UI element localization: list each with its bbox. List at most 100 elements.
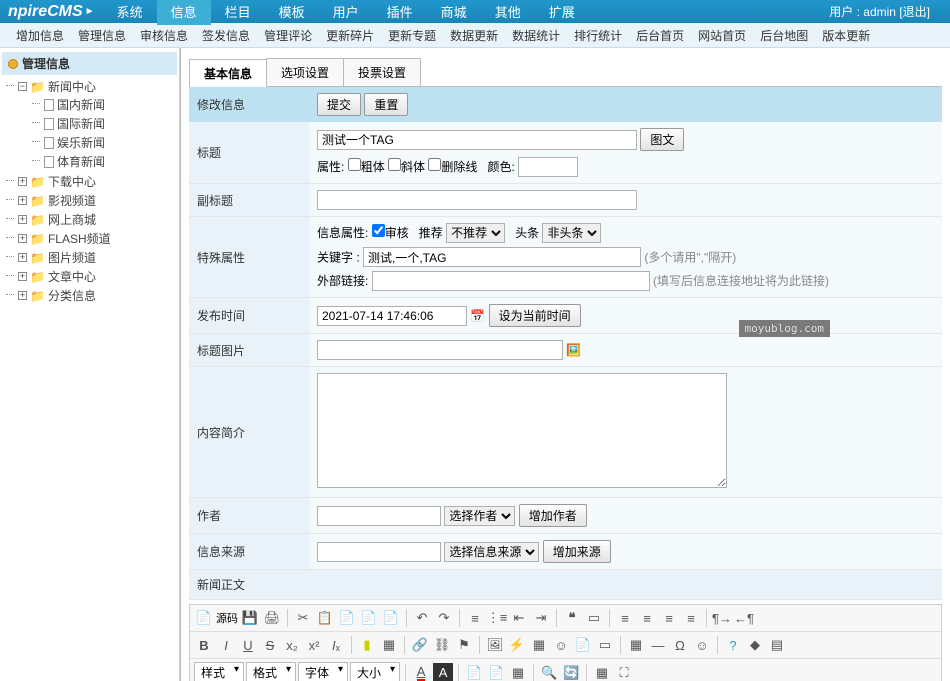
anchor-icon[interactable]: ⚑ — [454, 635, 474, 655]
align-left-icon[interactable]: ≡ — [615, 608, 635, 628]
tree-intl[interactable]: 国际新闻 — [44, 115, 177, 132]
sub-add[interactable]: 增加信息 — [16, 27, 64, 44]
extlink-input[interactable] — [372, 271, 650, 291]
nav-other[interactable]: 其他 — [481, 0, 535, 25]
nav-plugin[interactable]: 插件 — [373, 0, 427, 25]
indent-icon[interactable]: ⇥ — [531, 608, 551, 628]
ul-icon[interactable]: ⋮≡ — [487, 608, 507, 628]
help-icon[interactable]: ? — [723, 635, 743, 655]
sub-audit[interactable]: 审核信息 — [140, 27, 188, 44]
sub-adminhome[interactable]: 后台首页 — [636, 27, 684, 44]
style-select[interactable]: 样式 — [194, 662, 244, 681]
title-input[interactable] — [317, 130, 637, 150]
specialchar-icon[interactable]: Ω — [670, 635, 690, 655]
tab-vote[interactable]: 投票设置 — [343, 58, 421, 86]
newpage-icon[interactable]: 📄 — [464, 663, 484, 681]
textcolor-icon[interactable]: A — [411, 663, 431, 681]
paste-text-icon[interactable]: 📄 — [359, 608, 379, 628]
bgcolor-icon[interactable]: A — [433, 663, 453, 681]
sub-dataup[interactable]: 数据更新 — [450, 27, 498, 44]
image-icon[interactable]: 🖼 — [485, 635, 505, 655]
source-select[interactable]: 选择信息来源 — [444, 542, 539, 562]
replace-icon[interactable]: 🔄 — [561, 663, 581, 681]
bold-checkbox[interactable] — [348, 158, 361, 171]
save-icon[interactable]: 💾 — [240, 608, 260, 628]
nav-shop[interactable]: 商城 — [427, 0, 481, 25]
removeformat-icon[interactable]: Iₓ — [326, 635, 346, 655]
outdent-icon[interactable]: ⇤ — [509, 608, 529, 628]
nav-system[interactable]: 系统 — [103, 0, 157, 25]
sub-rank[interactable]: 排行统计 — [574, 27, 622, 44]
addsource-button[interactable]: 增加来源 — [543, 540, 611, 563]
tree-ent[interactable]: 娱乐新闻 — [44, 134, 177, 151]
template-icon[interactable]: ▦ — [379, 635, 399, 655]
sub-frag[interactable]: 更新碎片 — [326, 27, 374, 44]
nav-user[interactable]: 用户 — [319, 0, 373, 25]
iframe-icon[interactable]: ▭ — [595, 635, 615, 655]
nav-info[interactable]: 信息 — [157, 0, 211, 25]
calendar-icon[interactable]: 📅 — [470, 309, 485, 323]
source-input[interactable] — [317, 542, 441, 562]
strike-checkbox[interactable] — [428, 158, 441, 171]
tab-options[interactable]: 选项设置 — [266, 58, 344, 86]
sub-sitehome[interactable]: 网站首页 — [698, 27, 746, 44]
align-justify-icon[interactable]: ≡ — [681, 608, 701, 628]
cut-icon[interactable]: ✂ — [293, 608, 313, 628]
format-select[interactable]: 格式 — [246, 662, 296, 681]
about-icon[interactable]: ◆ — [745, 635, 765, 655]
redo-icon[interactable]: ↷ — [434, 608, 454, 628]
tree-news[interactable]: −📁新闻中心 — [18, 78, 177, 95]
smiley-icon[interactable]: ☺ — [551, 635, 571, 655]
div-icon[interactable]: ▭ — [584, 608, 604, 628]
maximize-icon[interactable]: ⛶ — [614, 663, 634, 681]
emoji-icon[interactable]: ☺ — [692, 635, 712, 655]
addauthor-button[interactable]: 增加作者 — [519, 504, 587, 527]
highlight-icon[interactable]: ▮ — [357, 635, 377, 655]
keyword-input[interactable] — [363, 247, 641, 267]
inserttable-icon[interactable]: ▦ — [626, 635, 646, 655]
tree-video[interactable]: +📁影视频道 — [18, 192, 177, 209]
font-select[interactable]: 字体 — [298, 662, 348, 681]
tuwen-button[interactable]: 图文 — [640, 128, 684, 151]
unlink-icon[interactable]: ⛓ — [432, 635, 452, 655]
nav-column[interactable]: 栏目 — [211, 0, 265, 25]
copy-icon[interactable]: 📋 — [315, 608, 335, 628]
sub-comment[interactable]: 管理评论 — [264, 27, 312, 44]
align-center-icon[interactable]: ≡ — [637, 608, 657, 628]
tree-down[interactable]: +📁下载中心 — [18, 173, 177, 190]
titlepic-input[interactable] — [317, 340, 563, 360]
bold-icon[interactable]: B — [194, 635, 214, 655]
tree-photo[interactable]: +📁图片频道 — [18, 249, 177, 266]
size-select[interactable]: 大小 — [350, 662, 400, 681]
tree-sport[interactable]: 体育新闻 — [44, 153, 177, 170]
italic-checkbox[interactable] — [388, 158, 401, 171]
upload-icon[interactable]: 🖼️ — [566, 343, 581, 357]
author-input[interactable] — [317, 506, 441, 526]
italic-icon[interactable]: I — [216, 635, 236, 655]
link-icon[interactable]: 🔗 — [410, 635, 430, 655]
print-icon[interactable]: 🖨 — [262, 608, 282, 628]
sub-sign[interactable]: 签发信息 — [202, 27, 250, 44]
sup-icon[interactable]: x² — [304, 635, 324, 655]
sub-icon[interactable]: x₂ — [282, 635, 302, 655]
audit-checkbox[interactable] — [372, 224, 385, 237]
align-right-icon[interactable]: ≡ — [659, 608, 679, 628]
hr-icon[interactable]: — — [648, 635, 668, 655]
setnow-button[interactable]: 设为当前时间 — [489, 304, 581, 327]
tree-article[interactable]: +📁文章中心 — [18, 268, 177, 285]
showblocks-icon[interactable]: ▦ — [592, 663, 612, 681]
strike-icon[interactable]: S — [260, 635, 280, 655]
paste-icon[interactable]: 📄 — [337, 608, 357, 628]
author-select[interactable]: 选择作者 — [444, 506, 515, 526]
tree-cat[interactable]: +📁分类信息 — [18, 287, 177, 304]
ol-icon[interactable]: ≡ — [465, 608, 485, 628]
flash-icon[interactable]: ⚡ — [507, 635, 527, 655]
preview-icon[interactable]: 📄 — [486, 663, 506, 681]
sub-map[interactable]: 后台地图 — [760, 27, 808, 44]
rtl-icon[interactable]: ←¶ — [734, 608, 754, 628]
paste-word-icon[interactable]: 📄 — [381, 608, 401, 628]
selectall-icon[interactable]: ▦ — [508, 663, 528, 681]
find-icon[interactable]: 🔍 — [539, 663, 559, 681]
tree-flash[interactable]: +📁FLASH频道 — [18, 230, 177, 247]
sub-topic[interactable]: 更新专题 — [388, 27, 436, 44]
